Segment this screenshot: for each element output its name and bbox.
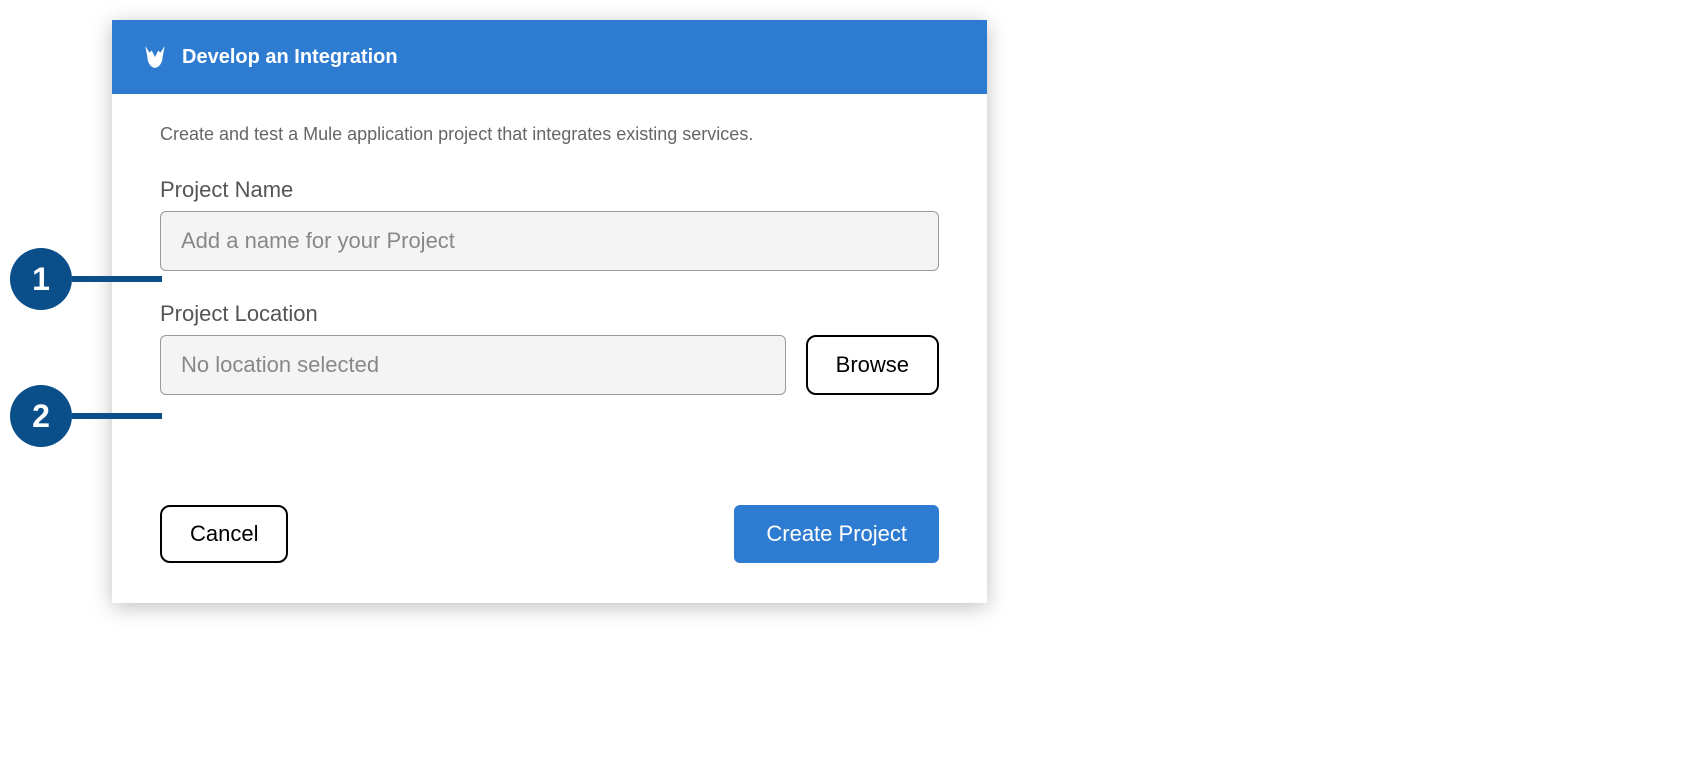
callout-line-2 <box>72 413 162 419</box>
browse-button[interactable]: Browse <box>806 335 939 395</box>
callout-badge-2: 2 <box>10 385 72 447</box>
callout-1: 1 <box>10 248 162 310</box>
project-location-label: Project Location <box>160 301 939 327</box>
project-name-label: Project Name <box>160 177 939 203</box>
callout-badge-1: 1 <box>10 248 72 310</box>
dialog-description: Create and test a Mule application proje… <box>160 124 939 145</box>
dialog-header: Develop an Integration <box>112 20 987 94</box>
project-location-input[interactable] <box>160 335 786 395</box>
callout-2: 2 <box>10 385 162 447</box>
mule-icon <box>142 44 168 70</box>
project-location-row: Browse <box>160 335 939 395</box>
dialog-body: Create and test a Mule application proje… <box>112 94 987 603</box>
develop-integration-dialog: Develop an Integration Create and test a… <box>112 20 987 603</box>
callout-line-1 <box>72 276 162 282</box>
create-project-button[interactable]: Create Project <box>734 505 939 563</box>
project-location-group: Project Location Browse <box>160 301 939 395</box>
dialog-title: Develop an Integration <box>182 46 398 69</box>
project-name-input[interactable] <box>160 211 939 271</box>
dialog-footer: Cancel Create Project <box>160 505 939 563</box>
project-name-group: Project Name <box>160 177 939 271</box>
cancel-button[interactable]: Cancel <box>160 505 288 563</box>
